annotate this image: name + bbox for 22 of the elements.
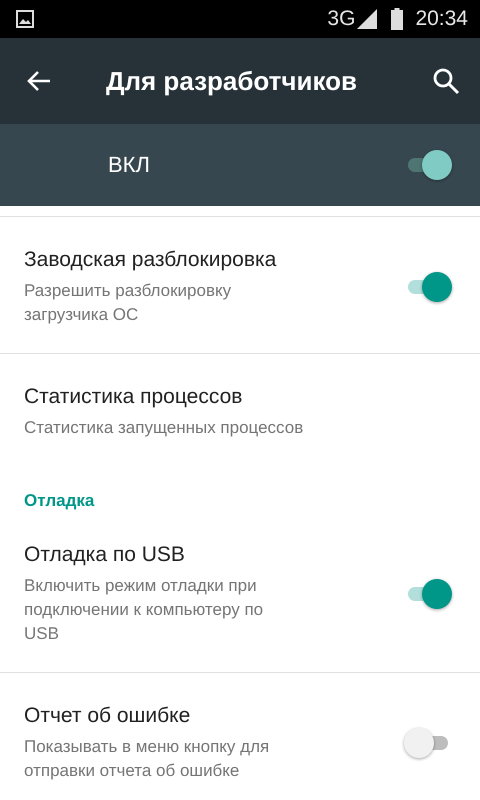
item-title: Статистика процессов xyxy=(24,384,244,410)
back-arrow-icon[interactable] xyxy=(26,69,52,93)
clock: 20:34 xyxy=(415,7,468,31)
screen-title: Для разработчиков xyxy=(106,66,358,96)
settings-item[interactable]: Статистика процессов Статистика запущенных процессов xyxy=(0,354,480,466)
item-title: Отчет об ошибке xyxy=(24,703,192,729)
item-summary: Показывать в меню кнопку для отправки отчета об ошибке xyxy=(24,736,270,782)
settings-item[interactable]: Заводская разблокировка Разрешить разблокировку загрузчика ОС xyxy=(0,217,480,354)
battery-icon xyxy=(391,8,404,30)
signal-icon xyxy=(357,9,378,29)
item-title: Отладка по USB xyxy=(24,542,186,568)
network-type: 3G xyxy=(327,7,356,31)
image-icon xyxy=(16,10,34,28)
master-switch-label: ВКЛ xyxy=(108,152,151,178)
settings-item[interactable]: Отладка по USB Включить режим отладки при подключении к компьютеру по USB xyxy=(0,512,480,673)
item-summary: Статистика запущенных процессов xyxy=(24,417,304,439)
item-title: Заводская разблокировка xyxy=(24,247,278,273)
item-summary: Включить режим отладки при подключении к компьютеру по USB xyxy=(24,575,264,645)
settings-item[interactable]: Отчет об ошибке Показывать в меню кнопку для отправки отчета об ошибке xyxy=(0,673,480,800)
category-header: Отладка xyxy=(23,490,96,512)
search-icon[interactable] xyxy=(432,67,460,95)
item-summary: Разрешить разблокировку загрузчика ОС xyxy=(24,280,232,326)
